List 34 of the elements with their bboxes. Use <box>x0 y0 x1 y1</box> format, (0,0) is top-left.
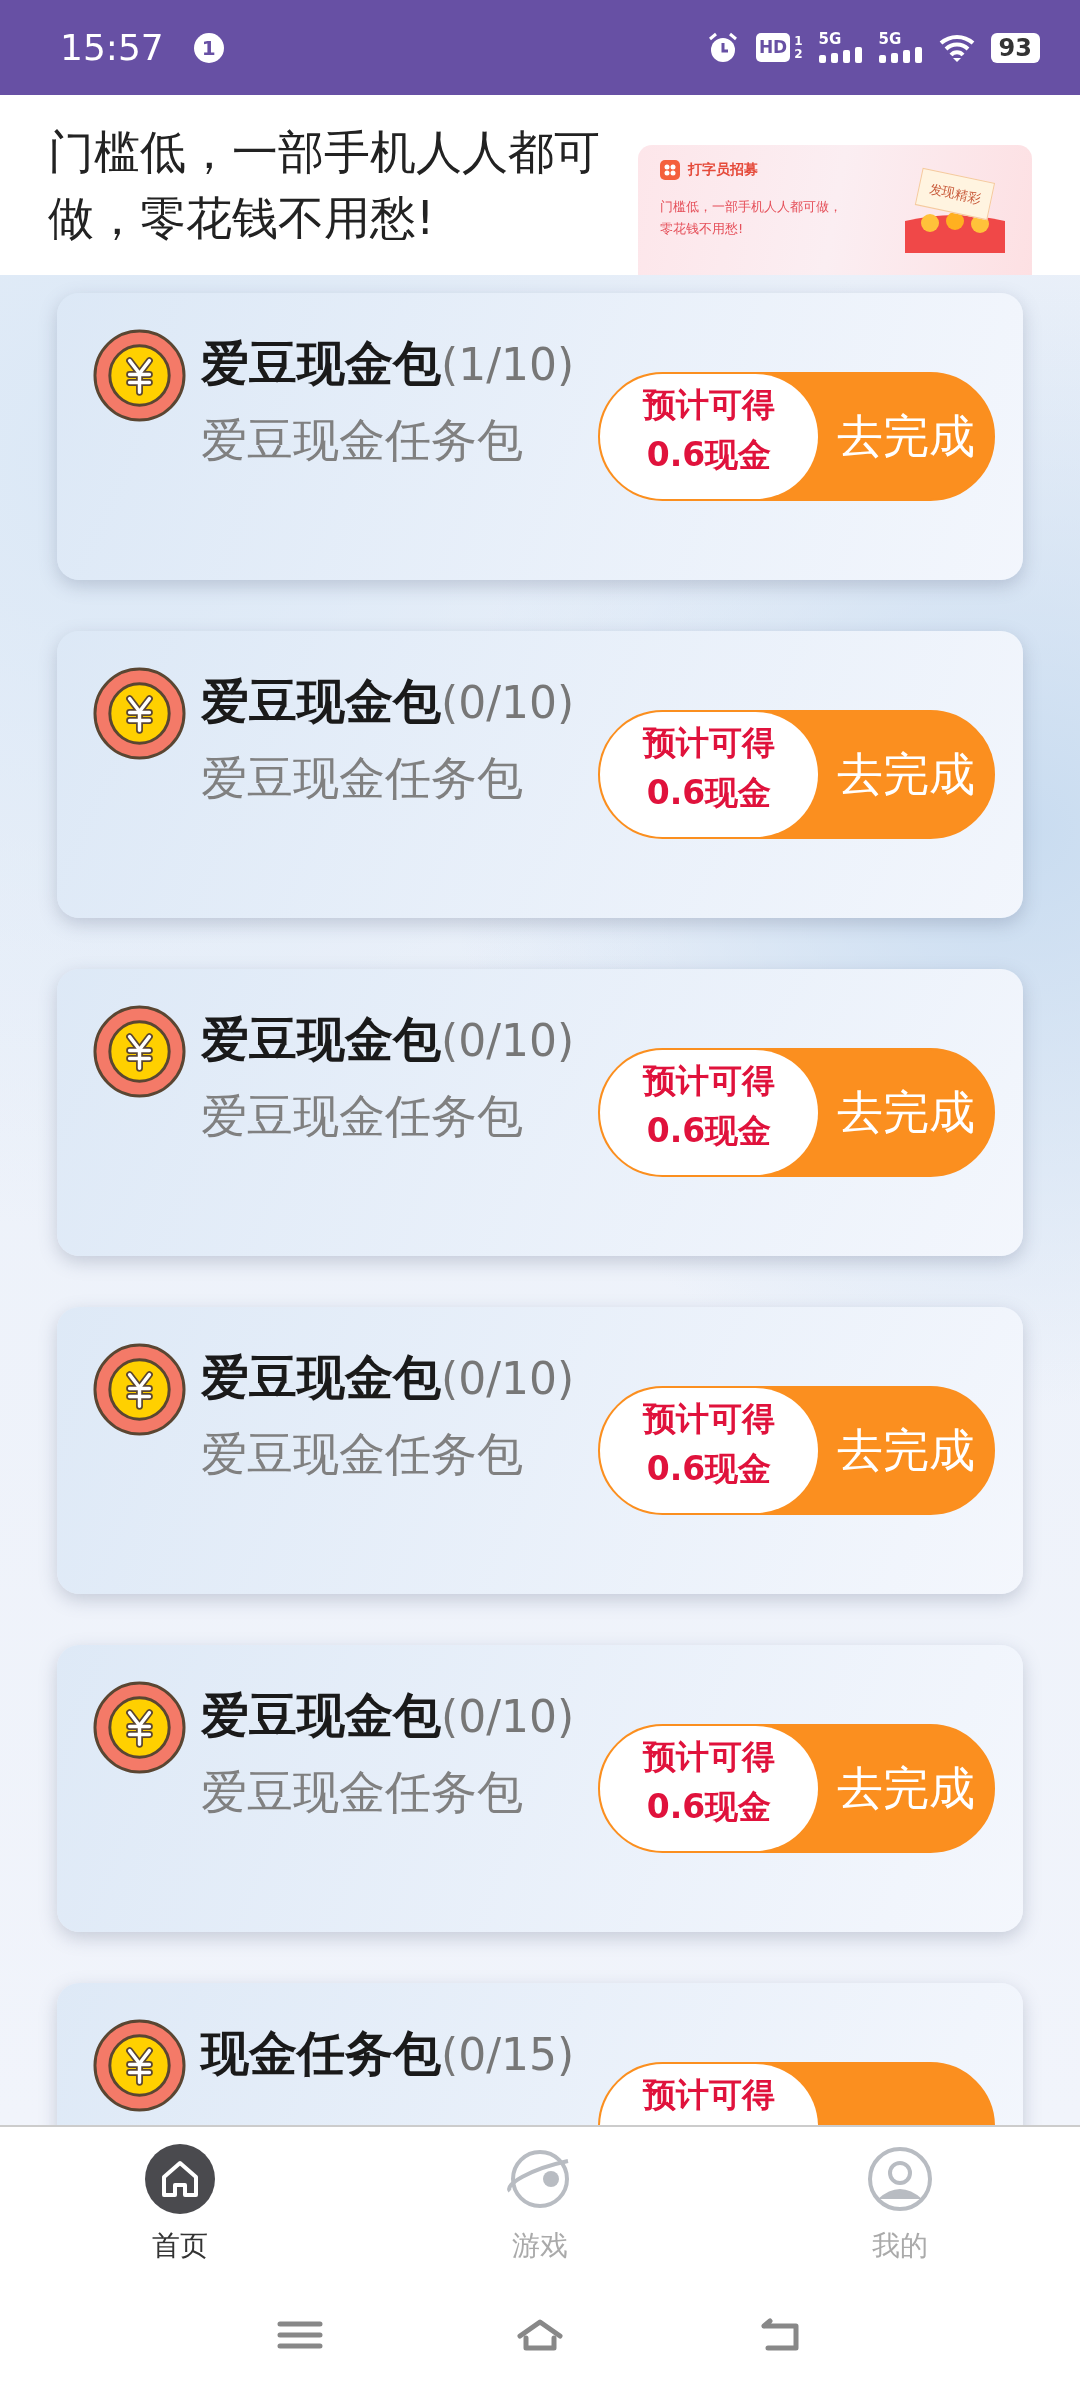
task-title: 爱豆现金包 <box>201 672 441 731</box>
task-title: 爱豆现金包 <box>201 1010 441 1069</box>
ad-text: 门槛低，一部手机人人都可做，零花钱不用愁! <box>660 198 843 238</box>
task-title: 爱豆现金包 <box>201 1686 441 1745</box>
reward-label: 预计可得 <box>643 384 775 426</box>
network-type: 5G <box>878 32 903 47</box>
task-subtitle: 爱豆现金任务包 <box>201 750 524 807</box>
sim-index: 1 <box>794 34 803 48</box>
reward-label: 预计可得 <box>643 1736 775 1778</box>
reward-amount: 0.6现金 <box>646 772 772 814</box>
banner-headline: 门槛低，一部手机人人都可做，零花钱不用愁! <box>48 124 601 247</box>
task-subtitle: 爱豆现金任务包 <box>201 1088 524 1145</box>
reward-label: 预计可得 <box>643 722 775 764</box>
ad-title: 打字员招募 <box>688 160 758 179</box>
notification-badge: 1 <box>193 32 224 63</box>
reward-label: 预计可得 <box>643 1060 775 1102</box>
reward-amount: 0.6现金 <box>646 1110 772 1152</box>
sim-index: 2 <box>794 47 803 61</box>
reward-amount: 0.6现金 <box>646 1448 772 1490</box>
hd-indicator: HD <box>755 32 791 63</box>
reward-amount: 0.6现金 <box>646 1786 772 1828</box>
reward-label: 预计可得 <box>643 2074 775 2116</box>
reward-label: 预计可得 <box>643 1398 775 1440</box>
battery-level: 93 <box>990 32 1040 63</box>
task-title: 爱豆现金包 <box>201 1348 441 1407</box>
reward-amount: 0.6现金 <box>646 434 772 476</box>
network-type: 5G <box>818 32 843 47</box>
task-subtitle: 爱豆现金任务包 <box>201 1426 524 1483</box>
envelope-card: 发现精彩 <box>914 167 996 220</box>
task-title: 爱豆现金包 <box>201 334 441 393</box>
task-subtitle: 爱豆现金任务包 <box>201 1764 524 1821</box>
task-title: 现金任务包 <box>201 2024 441 2083</box>
clock-time: 15:57 <box>60 25 164 70</box>
task-subtitle: 爱豆现金任务包 <box>201 412 524 469</box>
